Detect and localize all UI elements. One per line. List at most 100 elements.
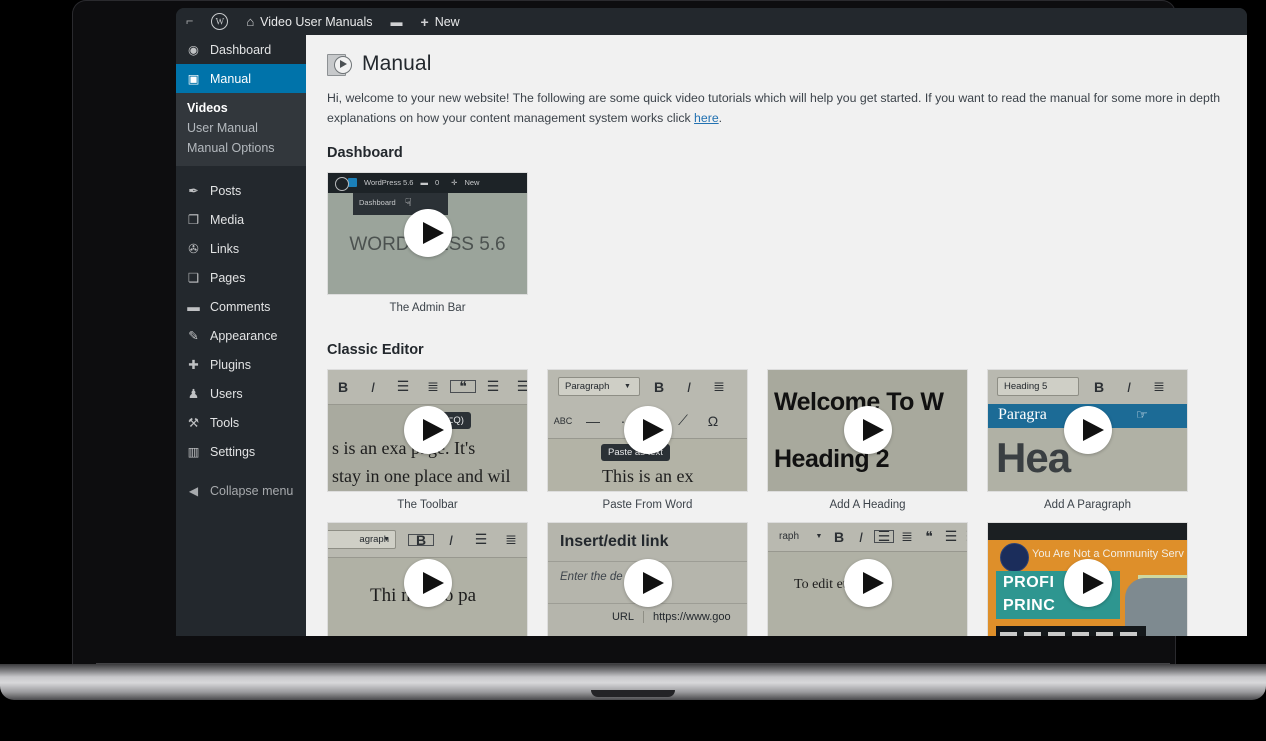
play-button[interactable]	[403, 559, 452, 608]
bullet-list-icon: ≣	[1153, 378, 1165, 395]
sidebar-item-tools[interactable]: ⚒ Tools	[176, 408, 306, 437]
intro-text-after: .	[718, 110, 723, 125]
plug-icon: ✚	[188, 358, 199, 372]
video-thumbnail[interactable]: B I ≣ Heading 5 ▲ Paragra ☞ Hea	[987, 368, 1188, 492]
video-thumbnail[interactable]: Insert/edit link Enter the de n URL URL …	[547, 521, 748, 636]
video-card[interactable]: You Are Not a Community Serv PROFI PRINC	[987, 521, 1188, 636]
sidebar-item-appearance[interactable]: ✎ Appearance	[176, 321, 306, 350]
manual-submenu: Videos User Manual Manual Options	[176, 93, 306, 166]
menu-separator-2	[176, 466, 306, 476]
video-card[interactable]: B I ☰ ≣ agraph ▼ Thi n hello pa	[327, 521, 528, 636]
thumb-keyboard	[996, 625, 1146, 636]
sidebar-item-pages[interactable]: ❏ Pages	[176, 263, 306, 292]
play-button[interactable]	[403, 406, 452, 455]
play-button[interactable]	[843, 406, 892, 455]
comments-button[interactable]: ▬	[382, 8, 412, 35]
sidebar-item-settings[interactable]: ▥ Settings	[176, 437, 306, 466]
play-button[interactable]	[403, 209, 452, 258]
blockquote-icon: ❝	[925, 528, 933, 545]
video-manual-icon	[327, 53, 352, 76]
video-card[interactable]: B I ≣ Paragraph ▼ ABC — · ⟋ Ω Paste as t…	[547, 368, 748, 511]
comment-icon: ▬	[420, 178, 428, 188]
submenu-item-user-manual[interactable]: User Manual	[176, 118, 306, 138]
play-button[interactable]	[623, 406, 672, 455]
video-card[interactable]: B I ☰ ≣ ❝ ☰ ☰ ote (^⌥Q) s	[327, 368, 528, 511]
video-card[interactable]: Welcome To W Heading 2 Add A Heading	[767, 368, 968, 511]
section-title: Dashboard	[327, 144, 403, 161]
cursor-hand-icon: ☟	[405, 196, 412, 209]
video-thumbnail[interactable]: You Are Not a Community Serv PROFI PRINC	[987, 521, 1188, 636]
align-left-icon: ☰	[944, 528, 958, 545]
play-button[interactable]	[1063, 406, 1112, 455]
page-header: Manual	[327, 52, 1229, 76]
section-title: Classic Editor	[327, 341, 424, 358]
wordpress-logo-icon	[335, 176, 349, 191]
clear-formatting-icon: ⟋	[678, 412, 688, 429]
align-center-icon: ☰	[962, 528, 967, 545]
video-card[interactable]: B I ≣ Heading 5 ▲ Paragra ☞ Hea	[987, 368, 1188, 511]
play-button[interactable]	[1063, 559, 1112, 608]
site-name-button[interactable]: ⌂ Video User Manuals	[237, 8, 381, 35]
video-card[interactable]: raph ▼ B I ☰ ≣ ❝ ☰ ☰	[767, 521, 968, 636]
sidebar-item-users[interactable]: ♟ Users	[176, 379, 306, 408]
chevron-down-icon: ▼	[383, 535, 390, 543]
sidebar-item-dashboard[interactable]: ◉ Dashboard	[176, 35, 306, 64]
heading-format-select[interactable]: Heading 5	[997, 376, 1079, 396]
play-button[interactable]	[843, 559, 892, 608]
wordpress-logo-icon	[211, 13, 229, 30]
sidebar-item-manual[interactable]: ▣ Manual	[176, 64, 306, 93]
laptop-screen: ⌐ ⌂ Video User Manuals ▬ + New	[176, 8, 1247, 636]
video-thumbnail[interactable]: raph ▼ B I ☰ ≣ ❝ ☰ ☰	[767, 521, 968, 636]
sidebar-item-label: Plugins	[210, 357, 251, 372]
plus-icon: ✛	[451, 178, 458, 188]
sidebar-item-links[interactable]: ✇ Links	[176, 234, 306, 263]
wordpress-logo-button[interactable]	[202, 8, 237, 35]
video-grid: WordPress 5.6 ▬ 0 ✛ New Dashboard ☟ WORD…	[327, 171, 1229, 325]
thumb-adminbar: WordPress 5.6 ▬ 0 ✛ New	[328, 172, 527, 193]
submenu-item-manual-options[interactable]: Manual Options	[176, 138, 306, 158]
thumb-url-value: https://www.goo	[643, 610, 731, 623]
video-thumbnail[interactable]: B I ☰ ≣ ❝ ☰ ☰ ote (^⌥Q) s	[327, 368, 528, 492]
align-left-icon: ☰	[486, 378, 500, 395]
laptop-shadow	[0, 700, 1266, 741]
sidebar-item-comments[interactable]: ▬ Comments	[176, 292, 306, 321]
chevron-down-icon: ▼	[815, 533, 823, 541]
video-caption: The Admin Bar	[389, 301, 466, 314]
user-icon: ♟	[187, 387, 200, 401]
video-card[interactable]: WordPress 5.6 ▬ 0 ✛ New Dashboard ☟ WORD…	[327, 171, 528, 314]
video-thumbnail[interactable]: B I ≣ Paragraph ▼ ABC — · ⟋ Ω Paste as t…	[547, 368, 748, 492]
manual-here-link[interactable]: here	[694, 111, 719, 125]
play-button[interactable]	[623, 559, 672, 608]
admin-sidebar: ◉ Dashboard ▣ Manual Videos User Manual …	[176, 35, 306, 636]
sidebar-item-label: Tools	[210, 415, 240, 430]
sidebar-item-label: Comments	[210, 299, 271, 314]
special-character-icon: Ω	[707, 412, 719, 429]
video-thumbnail[interactable]: Welcome To W Heading 2	[767, 368, 968, 492]
link-icon: ✇	[188, 242, 199, 256]
video-card[interactable]: Insert/edit link Enter the de n URL URL …	[547, 521, 748, 636]
sidebar-item-plugins[interactable]: ✚ Plugins	[176, 350, 306, 379]
page-title: Manual	[362, 52, 432, 75]
main-content: Manual Hi, welcome to your new website! …	[306, 35, 1247, 636]
blockquote-icon: ❝	[448, 378, 478, 395]
accessibility-icon[interactable]: ⌐	[176, 8, 202, 35]
thumb-url-label: URL	[611, 610, 634, 623]
wrench-icon: ⚒	[187, 416, 200, 430]
intro-paragraph: Hi, welcome to your new website! The fol…	[327, 89, 1227, 129]
sidebar-item-media[interactable]: ❐ Media	[176, 205, 306, 234]
video-thumbnail[interactable]: B I ☰ ≣ agraph ▼ Thi n hello pa	[327, 521, 528, 636]
gear-icon: ▥	[187, 445, 200, 459]
sidebar-item-posts[interactable]: ✒ Posts	[176, 176, 306, 205]
sidebar-item-label: Manual	[210, 71, 251, 86]
thumb-url-row: URL https://www.goo	[548, 610, 747, 623]
thumb-toolbar: B I ☰ ≣ ❝ ☰ ☰	[328, 369, 527, 405]
section-dashboard: Dashboard WordPress 5.6 ▬ 0 ✛ New Dashbo…	[327, 145, 1229, 325]
video-thumbnail[interactable]: WordPress 5.6 ▬ 0 ✛ New Dashboard ☟ WORD…	[327, 171, 528, 295]
comment-icon: ▬	[187, 299, 200, 314]
new-content-button[interactable]: + New	[412, 8, 469, 35]
collapse-menu-button[interactable]: ◀ Collapse menu	[176, 476, 306, 505]
submenu-item-videos[interactable]: Videos	[176, 98, 306, 118]
sidebar-item-label: Users	[210, 386, 243, 401]
sidebar-item-label: Posts	[210, 183, 242, 198]
paragraph-format-select[interactable]: raph	[768, 531, 810, 542]
